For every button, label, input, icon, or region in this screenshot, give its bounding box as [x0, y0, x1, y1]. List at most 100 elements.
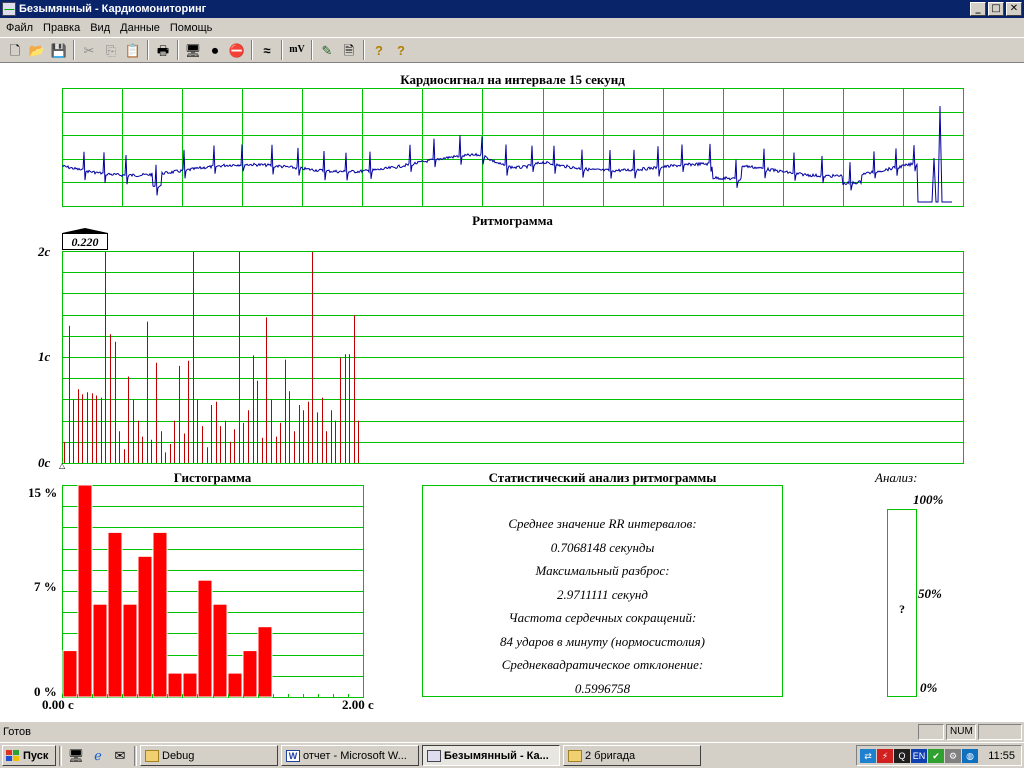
histogram-bar — [227, 672, 243, 698]
analysis-title: Анализ: — [875, 470, 918, 485]
stat-line: Среднее значение RR интервалов: — [508, 516, 697, 531]
internet-explorer-icon[interactable]: ℯ — [87, 746, 109, 766]
menu-file[interactable]: Файл — [1, 22, 38, 34]
histogram-bar — [137, 555, 153, 698]
analysis-level-50: 50% — [918, 586, 942, 601]
cut-icon[interactable]: ✂ — [78, 39, 100, 61]
ecg-title: Кардиосигнал на интервале 15 секунд — [400, 72, 625, 87]
stat-line: Среднеквадратическое отклонение: — [501, 657, 704, 672]
maximize-button[interactable]: □ — [988, 2, 1004, 16]
stat-value: 0.7068148 секунды — [550, 540, 655, 555]
taskbar-separator — [59, 745, 62, 766]
status-text: Готов — [3, 726, 31, 738]
print-icon[interactable]: 🖶 — [152, 39, 174, 61]
context-help-icon[interactable]: ? — [390, 39, 412, 61]
task-label: Debug — [162, 749, 195, 762]
new-file-icon[interactable]: 🗋 — [4, 39, 26, 61]
help-icon[interactable]: ? — [368, 39, 390, 61]
language-indicator[interactable]: EN — [911, 748, 927, 763]
taskbar-separator — [134, 745, 137, 766]
analysis-level-100: 100% — [913, 492, 944, 507]
task-brigade[interactable]: 2 бригада — [563, 745, 701, 766]
system-tray: ⇄ ⚡ Q EN ✔ ⚙ ◍ 11:55 — [856, 745, 1022, 766]
toolbar-separator — [147, 40, 149, 60]
word-icon: W — [286, 749, 300, 762]
task-debug[interactable]: Debug — [140, 745, 278, 766]
start-button[interactable]: Пуск — [2, 745, 56, 766]
stat-value: 0.5996758 — [574, 681, 631, 696]
paste-icon[interactable]: 📋 — [122, 39, 144, 61]
settings-tray-icon[interactable]: ⚙ — [945, 748, 961, 763]
main-client-area: Кардиосигнал на интервале 15 секунд Ритм… — [0, 64, 1024, 722]
grid-border — [62, 88, 964, 207]
title-bar: Безымянный - Кардиомониторинг _ □ ✕ — [0, 0, 1024, 18]
stat-value: 84 ударов в минуту (нормосистолия) — [499, 634, 706, 649]
task-label: отчет - Microsoft W... — [303, 749, 407, 762]
status-panel-num: NUM — [946, 724, 976, 740]
hist-y-label-15: 15 % — [28, 485, 58, 500]
histogram-bar — [62, 650, 78, 698]
antivirus-icon[interactable]: ⚡ — [877, 748, 893, 763]
hist-x-label-max: 2.00 с — [342, 697, 374, 712]
rhythm-title: Ритмограмма — [472, 213, 553, 228]
copy-icon[interactable]: ⎘ — [100, 39, 122, 61]
stat-line: Максимальный разброс: — [535, 563, 670, 578]
tray-app-icon[interactable]: ✔ — [928, 748, 944, 763]
mv-icon[interactable]: mV — [286, 39, 308, 61]
toolbar-separator — [311, 40, 313, 60]
menu-edit[interactable]: Правка — [38, 22, 85, 34]
start-marker-icon[interactable]: △ — [59, 461, 65, 470]
toolbar-separator — [281, 40, 283, 60]
filter-icon[interactable]: ≈ — [256, 39, 278, 61]
histogram-bar — [257, 626, 273, 698]
histogram-bar — [92, 603, 108, 698]
monitor-icon[interactable]: 🖥 — [182, 39, 204, 61]
folder-icon — [145, 749, 159, 762]
hist-y-label-7: 7 % — [34, 579, 57, 594]
status-panel-scroll — [978, 724, 1022, 740]
show-desktop-icon[interactable]: 🖥 — [65, 746, 87, 766]
status-bar: Готов NUM — [0, 722, 1024, 742]
task-cardiomonitoring[interactable]: Безымянный - Ка... — [422, 745, 560, 766]
histogram-bar — [197, 579, 213, 698]
close-button[interactable]: ✕ — [1006, 2, 1022, 16]
histogram-ticks — [62, 694, 364, 698]
histogram-bar — [107, 531, 123, 698]
app-icon — [2, 2, 16, 16]
toolbar: 🗋 📂 💾 ✂ ⎘ 📋 🖶 🖥 ⏺ ⛔ ≈ mV ✎ 🗎 ? ? — [0, 37, 1024, 63]
toolbar-separator — [363, 40, 365, 60]
save-icon[interactable]: 💾 — [48, 39, 70, 61]
menu-data[interactable]: Данные — [115, 22, 165, 34]
minimize-button[interactable]: _ — [970, 2, 986, 16]
rhythm-marker[interactable]: 0.220 — [62, 228, 108, 250]
outlook-express-icon[interactable]: ✉ — [109, 746, 131, 766]
stop-icon[interactable]: ⛔ — [226, 39, 248, 61]
stats-title: Статистический анализ ритмограммы — [488, 470, 717, 485]
analysis-value: ? — [899, 602, 905, 616]
histogram-bar — [152, 531, 168, 698]
pen-icon[interactable]: ✎ — [316, 39, 338, 61]
rhythm-chart — [62, 251, 964, 464]
q-app-icon[interactable]: Q — [894, 748, 910, 763]
toolbar-separator — [177, 40, 179, 60]
rhythm-y-label-1: 1с — [38, 349, 51, 364]
task-word-report[interactable]: W отчет - Microsoft W... — [281, 745, 419, 766]
toolbar-separator — [73, 40, 75, 60]
ecg-grid — [62, 88, 964, 207]
folder-icon — [568, 749, 582, 762]
open-folder-icon[interactable]: 📂 — [26, 39, 48, 61]
task-label: Безымянный - Ка... — [444, 749, 549, 762]
histogram-bar — [167, 672, 183, 698]
clock: 11:55 — [988, 749, 1015, 762]
analysis-level-0: 0% — [920, 680, 938, 695]
globe-tray-icon[interactable]: ◍ — [962, 748, 978, 763]
toolbar-separator — [251, 40, 253, 60]
document-icon[interactable]: 🗎 — [338, 39, 360, 61]
histogram-bar — [182, 672, 198, 698]
window-title: Безымянный - Кардиомониторинг — [19, 3, 207, 15]
record-icon[interactable]: ⏺ — [204, 39, 226, 61]
rhythm-y-label-2: 2с — [38, 244, 51, 259]
menu-view[interactable]: Вид — [85, 22, 115, 34]
network-icon[interactable]: ⇄ — [860, 748, 876, 763]
menu-help[interactable]: Помощь — [165, 22, 218, 34]
